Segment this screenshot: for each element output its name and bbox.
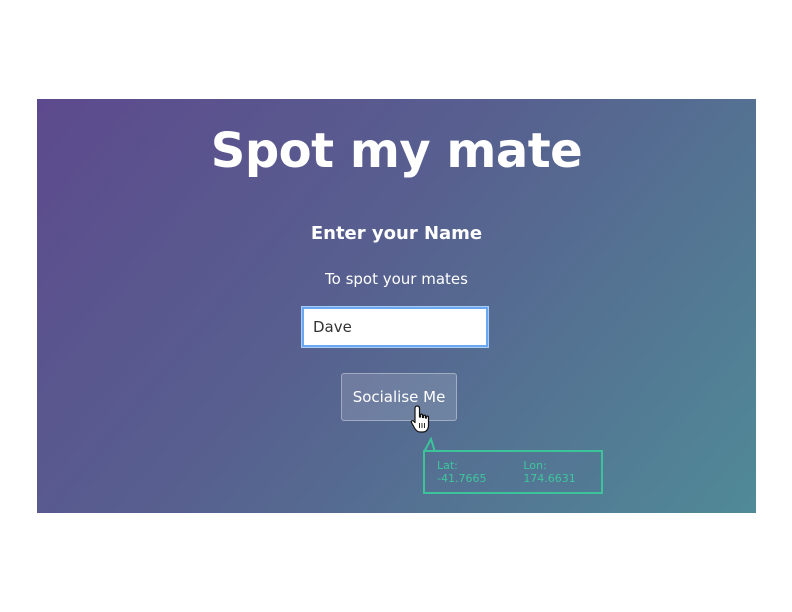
page-title: Spot my mate xyxy=(210,123,583,179)
page: Spot my mate Enter your Name To spot you… xyxy=(0,0,792,612)
location-tooltip: Lat: -41.7665 Lon: 174.6631 xyxy=(423,450,603,494)
socialise-me-button[interactable]: Socialise Me xyxy=(341,373,457,421)
form-subtitle: To spot your mates xyxy=(325,270,468,288)
longitude-readout: Lon: 174.6631 xyxy=(523,459,576,485)
latitude-readout: Lat: -41.7665 xyxy=(437,459,487,485)
name-input[interactable] xyxy=(302,307,488,347)
hand-pointer-icon xyxy=(410,405,430,433)
form-heading: Enter your Name xyxy=(310,223,483,244)
hero-panel: Spot my mate Enter your Name To spot you… xyxy=(37,99,756,513)
